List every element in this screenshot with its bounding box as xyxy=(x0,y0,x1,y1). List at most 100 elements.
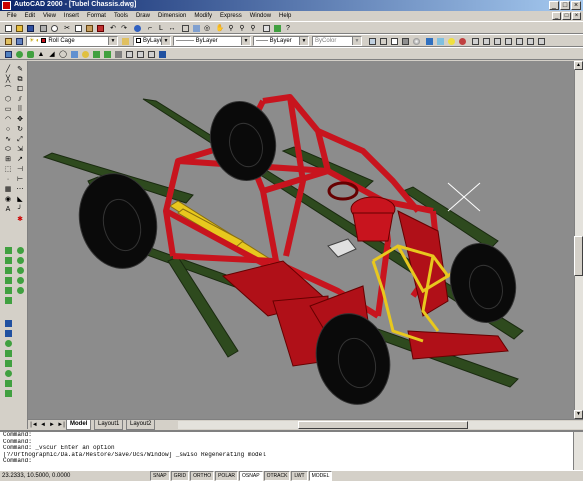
union-icon[interactable] xyxy=(157,49,167,59)
linetype-dropdown[interactable]: ——— ByLayer ▼ xyxy=(173,36,251,46)
chevron-down-icon[interactable]: ▼ xyxy=(352,37,361,45)
view-iso-icon[interactable] xyxy=(492,36,502,46)
menu-edit[interactable]: Edit xyxy=(21,13,39,19)
zoom-previous-icon[interactable]: ⚲ xyxy=(248,23,258,33)
next-tab-icon[interactable]: ► xyxy=(48,421,56,429)
circle-icon[interactable]: ○ xyxy=(3,125,13,134)
torus-icon[interactable]: ◯ xyxy=(58,49,68,59)
extrude-icon[interactable] xyxy=(69,49,79,59)
polygon-icon[interactable]: ⬡ xyxy=(3,95,13,104)
point-icon[interactable]: · xyxy=(3,175,13,184)
view-top-icon[interactable] xyxy=(470,36,480,46)
cut-icon[interactable]: ✂ xyxy=(62,23,72,33)
hyperlink-icon[interactable] xyxy=(132,23,142,33)
solid-wedge-icon[interactable] xyxy=(3,266,13,275)
menu-insert[interactable]: Insert xyxy=(60,13,83,19)
3d-orbit-icon[interactable]: ◎ xyxy=(202,23,212,33)
view-bottom-icon[interactable] xyxy=(525,36,535,46)
solid-extrude-icon[interactable] xyxy=(3,276,13,285)
ucs-icon[interactable]: L xyxy=(156,23,166,33)
shell-icon[interactable] xyxy=(3,379,13,388)
zoom-realtime-icon[interactable]: ⚲ xyxy=(226,23,236,33)
help-icon[interactable]: ? xyxy=(283,23,293,33)
menu-format[interactable]: Format xyxy=(83,13,110,19)
setup-profile-icon[interactable] xyxy=(146,49,156,59)
tab-layout1[interactable]: Layout1 xyxy=(94,420,124,430)
command-window[interactable]: Command: Command: Command: _vscur Enter … xyxy=(0,430,583,470)
region-icon[interactable]: ◉ xyxy=(3,195,13,204)
subtract-icon[interactable] xyxy=(3,329,13,338)
sphere-icon[interactable] xyxy=(14,49,24,59)
undo-icon[interactable]: ↶ xyxy=(108,23,118,33)
distance-icon[interactable]: ↔ xyxy=(167,23,177,33)
solid-section-icon[interactable] xyxy=(15,286,25,295)
tracking-icon[interactable]: ⌐ xyxy=(145,23,155,33)
command-prompt[interactable]: Command: xyxy=(3,458,583,465)
menu-file[interactable]: File xyxy=(3,13,21,19)
make-layer-current-icon[interactable] xyxy=(3,36,13,46)
vertical-scrollbar[interactable]: ▲ ▼ xyxy=(574,61,583,419)
spline-icon[interactable]: ∿ xyxy=(3,135,13,144)
array-icon[interactable]: ⠿ xyxy=(15,105,25,114)
extend-icon[interactable]: ⊢ xyxy=(15,175,25,184)
layer-previous-icon[interactable] xyxy=(120,36,130,46)
open-icon[interactable] xyxy=(14,23,24,33)
explode-icon[interactable]: ✱ xyxy=(15,215,25,224)
tab-layout2[interactable]: Layout2 xyxy=(126,420,156,430)
flat-shaded-icon[interactable] xyxy=(400,36,410,46)
scene-icon[interactable] xyxy=(435,36,445,46)
tab-model[interactable]: Model xyxy=(66,420,92,430)
construction-line-icon[interactable]: ╳ xyxy=(3,75,13,84)
doc-minimize-button[interactable]: _ xyxy=(552,12,561,20)
rotate-icon[interactable]: ↻ xyxy=(15,125,25,134)
view-left-icon[interactable] xyxy=(536,36,546,46)
zoom-window-icon[interactable]: ⚲ xyxy=(237,23,247,33)
cone-icon[interactable]: ▲ xyxy=(36,49,46,59)
horizontal-scrollbar[interactable] xyxy=(178,421,583,429)
solid-revolve-icon[interactable] xyxy=(15,276,25,285)
view-back-icon[interactable] xyxy=(514,36,524,46)
close-button[interactable]: × xyxy=(571,1,581,10)
minimize-button[interactable]: _ xyxy=(549,1,559,10)
move-icon[interactable]: ✥ xyxy=(15,115,25,124)
drawing-viewport[interactable] xyxy=(28,61,574,419)
layers-icon[interactable] xyxy=(14,36,24,46)
last-tab-icon[interactable]: ►| xyxy=(57,421,65,429)
extrude-faces-icon[interactable] xyxy=(3,349,13,358)
redraw-icon[interactable] xyxy=(180,23,190,33)
setup-view-icon[interactable] xyxy=(135,49,145,59)
break-icon[interactable]: ⋯ xyxy=(15,185,25,194)
menu-express[interactable]: Express xyxy=(216,13,246,19)
imprint-icon[interactable] xyxy=(3,389,13,398)
menu-view[interactable]: View xyxy=(39,13,60,19)
chevron-down-icon[interactable]: ▼ xyxy=(299,37,308,45)
pan-icon[interactable]: ✋ xyxy=(215,23,225,33)
hidden-icon[interactable] xyxy=(389,36,399,46)
solid-cone-icon[interactable] xyxy=(15,256,25,265)
slice-icon[interactable] xyxy=(91,49,101,59)
interfere-icon[interactable] xyxy=(113,49,123,59)
solid-box-icon[interactable] xyxy=(3,246,13,255)
doc-restore-button[interactable]: □ xyxy=(562,12,571,20)
redo-icon[interactable]: ↷ xyxy=(119,23,129,33)
rectangle-icon[interactable]: ▭ xyxy=(3,105,13,114)
chevron-down-icon[interactable]: ▼ xyxy=(161,37,170,45)
view-right-icon[interactable] xyxy=(503,36,513,46)
match-properties-icon[interactable] xyxy=(95,23,105,33)
menu-tools[interactable]: Tools xyxy=(110,13,132,19)
command-scrollbar[interactable] xyxy=(573,432,583,470)
menu-draw[interactable]: Draw xyxy=(132,13,154,19)
scale-icon[interactable]: ⤢ xyxy=(15,135,25,144)
chevron-down-icon[interactable]: ▼ xyxy=(241,37,250,45)
named-views-icon[interactable] xyxy=(191,23,201,33)
lineweight-dropdown[interactable]: —— ByLayer ▼ xyxy=(253,36,309,46)
save-icon[interactable] xyxy=(25,23,35,33)
polyline-icon[interactable]: ⌒ xyxy=(3,85,13,94)
copy-icon[interactable] xyxy=(73,23,83,33)
print-icon[interactable] xyxy=(38,23,48,33)
line-icon[interactable]: ╱ xyxy=(3,65,13,74)
print-preview-icon[interactable] xyxy=(49,23,59,33)
render-icon[interactable] xyxy=(424,36,434,46)
offset-faces-icon[interactable] xyxy=(3,369,13,378)
light-icon[interactable] xyxy=(446,36,456,46)
